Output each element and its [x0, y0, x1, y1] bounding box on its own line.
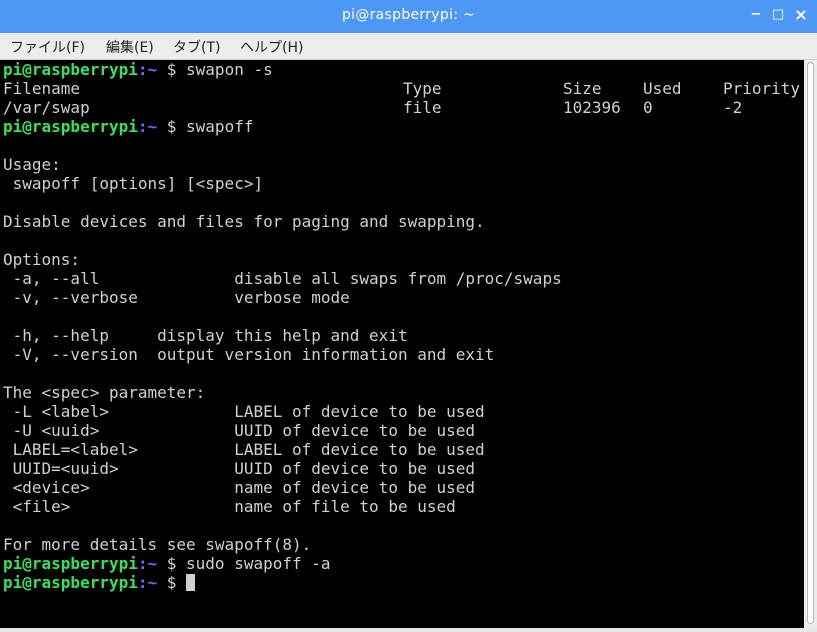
prompt-symbol: $ [157, 117, 187, 136]
usage-syntax: swapoff [options] [<spec>] [3, 174, 264, 193]
header-size: Size [563, 79, 602, 98]
menu-help[interactable]: ヘルプ(H) [240, 37, 303, 57]
prompt-user: pi@raspberrypi [3, 573, 138, 592]
header-filename: Filename [3, 79, 81, 98]
spec-label-equals: LABEL=<label> LABEL of device to be used [3, 440, 485, 459]
text-cursor [186, 574, 196, 591]
minimize-button[interactable]: − [746, 5, 766, 25]
prompt-user: pi@raspberrypi [3, 60, 138, 79]
maximize-button[interactable]: □ [768, 5, 788, 25]
prompt-path: :~ [137, 554, 158, 573]
command-text: swapon -s [186, 60, 273, 79]
menu-edit[interactable]: 編集(E) [106, 37, 154, 57]
terminal-window: pi@raspberrypi: ~ − □ × ファイル(F) 編集(E) タブ… [0, 0, 817, 632]
header-used: Used [643, 79, 682, 98]
option-version: -V, --version output version information… [3, 345, 495, 364]
command-text: sudo swapoff -a [186, 554, 331, 573]
usage-title: Usage: [3, 155, 61, 174]
current-prompt-line[interactable]: pi@raspberrypi:~ $ [3, 573, 196, 592]
prompt-line: pi@raspberrypi:~ $ swapoff [3, 117, 253, 136]
spec-uuid-equals: UUID=<uuid> UUID of device to be used [3, 459, 476, 478]
close-button[interactable]: × [791, 5, 811, 25]
cell-size: 102396 [563, 98, 621, 117]
options-title: Options: [3, 250, 81, 269]
spec-device: <device> name of device to be used [3, 478, 476, 497]
spec-title: The <spec> parameter: [3, 383, 206, 402]
menu-tab[interactable]: タブ(T) [173, 37, 220, 57]
menu-file[interactable]: ファイル(F) [10, 37, 85, 57]
cell-used: 0 [643, 98, 653, 117]
swap-table-row: /var/swap file 102396 0 -2 [3, 98, 803, 117]
prompt-path: :~ [137, 60, 158, 79]
prompt-line: pi@raspberrypi:~ $ sudo swapoff -a [3, 554, 331, 573]
prompt-symbol: $ [157, 554, 187, 573]
swap-table-header: Filename Type Size Used Priority [3, 79, 803, 98]
prompt-line: pi@raspberrypi:~ $ swapon -s [3, 60, 273, 79]
scrollbar-thumb[interactable] [807, 62, 814, 624]
header-type: Type [403, 79, 442, 98]
cell-type: file [403, 98, 442, 117]
header-priority: Priority [723, 79, 801, 98]
prompt-user: pi@raspberrypi [3, 554, 138, 573]
usage-description: Disable devices and files for paging and… [3, 212, 485, 231]
command-text: swapoff [186, 117, 254, 136]
prompt-user: pi@raspberrypi [3, 117, 138, 136]
option-verbose: -v, --verbose verbose mode [3, 288, 350, 307]
cell-priority: -2 [723, 98, 743, 117]
option-all: -a, --all disable all swaps from /proc/s… [3, 269, 562, 288]
vertical-scrollbar[interactable] [804, 60, 817, 628]
spec-uuid-flag: -U <uuid> UUID of device to be used [3, 421, 476, 440]
cell-filename: /var/swap [3, 98, 90, 117]
prompt-symbol: $ [157, 573, 187, 592]
menu-bar: ファイル(F) 編集(E) タブ(T) ヘルプ(H) [0, 33, 817, 60]
window-title: pi@raspberrypi: ~ [341, 7, 476, 23]
title-bar[interactable]: pi@raspberrypi: ~ − □ × [0, 0, 817, 33]
prompt-path: :~ [137, 117, 158, 136]
terminal-output[interactable]: pi@raspberrypi:~ $ swapon -s Filename Ty… [0, 60, 804, 628]
spec-file: <file> name of file to be used [3, 497, 456, 516]
more-details: For more details see swapoff(8). [3, 535, 312, 554]
spec-label-flag: -L <label> LABEL of device to be used [3, 402, 485, 421]
prompt-symbol: $ [157, 60, 187, 79]
prompt-path: :~ [137, 573, 158, 592]
option-help: -h, --help display this help and exit [3, 326, 408, 345]
